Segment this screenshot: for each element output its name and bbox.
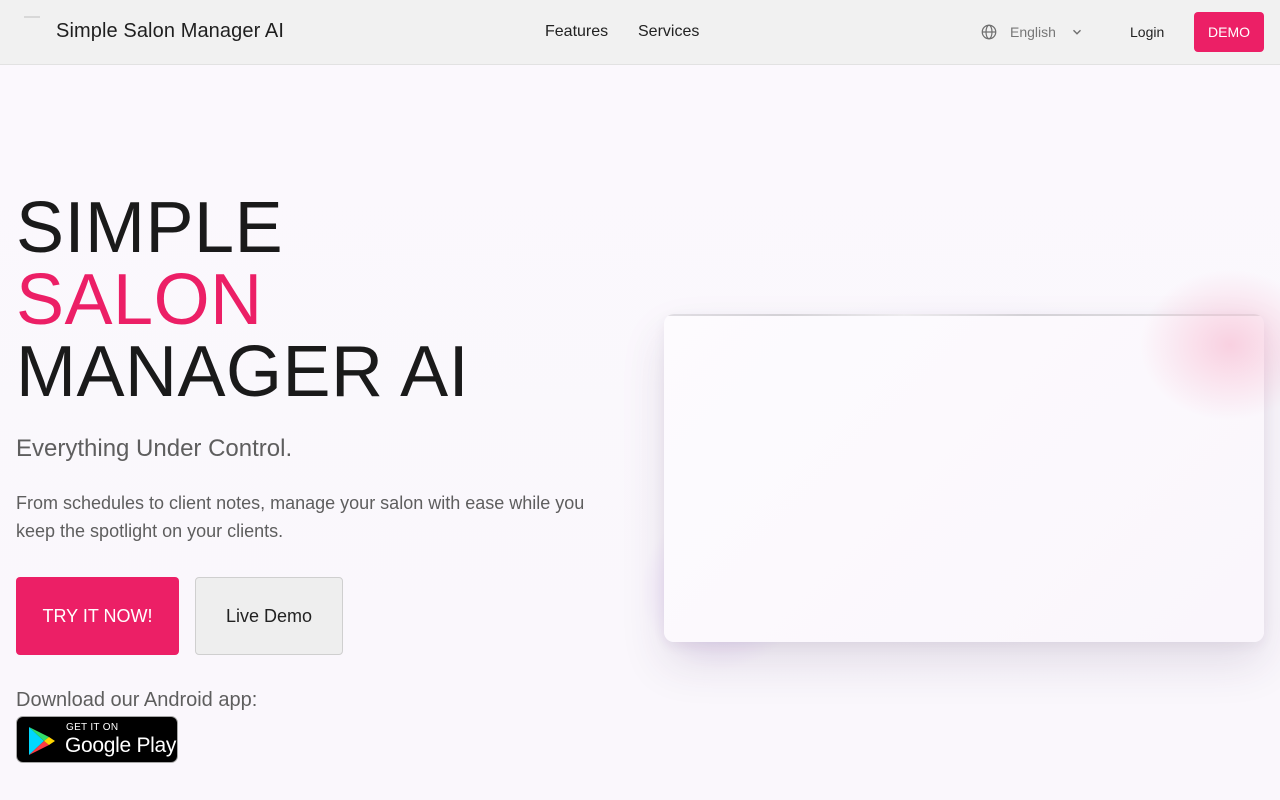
hero-title-line-simple: SIMPLE [16, 188, 284, 268]
preview-card-top-edge [664, 314, 1264, 316]
hero-tagline: Everything Under Control. [16, 435, 293, 462]
brand-name-link[interactable]: Simple Salon Manager AI [56, 20, 284, 43]
language-selector[interactable]: English [980, 20, 1084, 44]
live-demo-button[interactable]: Live Demo [195, 577, 343, 655]
hero-title: SIMPLE SALON MANAGER AI [16, 192, 469, 408]
try-it-now-button[interactable]: TRY IT NOW! [16, 577, 179, 655]
hero-title-line-manager: MANAGER AI [16, 332, 470, 412]
nav-link-features[interactable]: Features [545, 23, 608, 41]
page: Simple Salon Manager AI Features Service… [0, 0, 1280, 800]
download-android-label: Download our Android app: [16, 689, 258, 711]
hero-description: From schedules to client notes, manage y… [16, 493, 585, 541]
google-play-small-text: GET IT ON [66, 722, 119, 733]
brand-logo-icon[interactable] [24, 16, 40, 18]
google-play-badge[interactable]: GET IT ON Google Play [16, 716, 178, 763]
language-label: English [1010, 24, 1056, 40]
google-play-big-text: Google Play [65, 734, 177, 757]
google-play-icon [29, 727, 55, 755]
app-preview-card [664, 314, 1264, 642]
demo-button[interactable]: DEMO [1194, 12, 1264, 52]
hero-title-line-salon: SALON [16, 260, 263, 340]
globe-icon [981, 24, 997, 40]
top-navbar: Simple Salon Manager AI Features Service… [0, 0, 1280, 65]
login-link[interactable]: Login [1130, 24, 1164, 40]
nav-link-services[interactable]: Services [638, 23, 699, 41]
chevron-down-icon [1072, 29, 1081, 35]
